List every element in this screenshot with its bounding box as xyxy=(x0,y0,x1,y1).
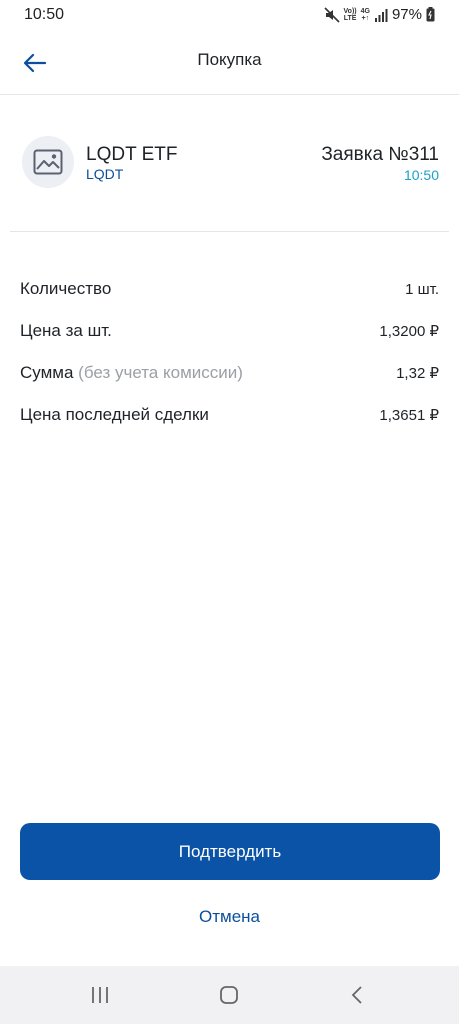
divider xyxy=(10,231,449,232)
detail-value: 1,3200 ₽ xyxy=(379,323,439,340)
detail-row-last-trade-price: Цена последней сделки 1,3651 ₽ xyxy=(20,394,439,436)
home-icon xyxy=(220,986,238,1004)
volte-top: Vo)) xyxy=(343,7,357,15)
status-time: 10:50 xyxy=(24,6,65,23)
detail-value: 1 шт. xyxy=(405,280,439,298)
cancel-button[interactable]: Отмена xyxy=(0,907,459,927)
page-title: Покупка xyxy=(197,50,262,69)
net-bottom: +↑ xyxy=(361,14,370,22)
instrument-card: LQDT ETF LQDT Заявка №311 10:50 xyxy=(0,95,459,231)
detail-note: (без учета комиссии) xyxy=(78,363,243,382)
instrument-name: LQDT ETF xyxy=(86,144,178,165)
recent-apps-icon xyxy=(92,987,108,1003)
system-nav-bar xyxy=(0,966,459,1024)
image-placeholder-icon xyxy=(33,149,63,175)
battery-icon xyxy=(426,7,435,22)
detail-label: Цена за шт. xyxy=(20,321,112,340)
status-icons: Vo)) LTE 4G +↑ 97% xyxy=(323,6,435,23)
battery-percent: 97% xyxy=(391,6,422,23)
net-top: 4G xyxy=(360,7,370,15)
instrument-ticker: LQDT xyxy=(86,166,124,182)
order-number: Заявка №311 xyxy=(321,144,439,165)
header: Покупка xyxy=(0,32,459,95)
detail-value: 1,3651 ₽ xyxy=(379,407,439,424)
detail-row-total: Сумма (без учета комиссии) 1,32 ₽ xyxy=(20,352,439,394)
order-time: 10:50 xyxy=(403,167,439,183)
signal-icon xyxy=(374,8,388,22)
detail-label: Количество xyxy=(20,279,112,298)
order-details: Количество 1 шт. Цена за шт. 1,3200 ₽ Су… xyxy=(20,268,439,436)
confirm-button[interactable]: Подтвердить xyxy=(20,823,440,880)
detail-row-quantity: Количество 1 шт. xyxy=(20,268,439,310)
detail-value: 1,32 ₽ xyxy=(396,365,439,382)
detail-label: Сумма xyxy=(20,363,74,382)
detail-label: Цена последней сделки xyxy=(20,405,209,424)
instrument-avatar xyxy=(22,136,74,188)
mute-icon xyxy=(323,6,340,23)
system-back-button[interactable] xyxy=(337,980,377,1010)
detail-label-wrap: Сумма (без учета комиссии) xyxy=(20,363,243,383)
home-button[interactable] xyxy=(209,980,249,1010)
recent-apps-button[interactable] xyxy=(80,980,120,1010)
status-bar: 10:50 Vo)) LTE 4G +↑ 97% xyxy=(0,0,459,32)
network-type-icon: 4G +↑ xyxy=(361,8,370,22)
volte-bottom: LTE xyxy=(343,14,357,22)
chevron-left-icon xyxy=(351,986,362,1004)
volte-icon: Vo)) LTE xyxy=(344,8,357,22)
detail-row-unit-price: Цена за шт. 1,3200 ₽ xyxy=(20,310,439,352)
